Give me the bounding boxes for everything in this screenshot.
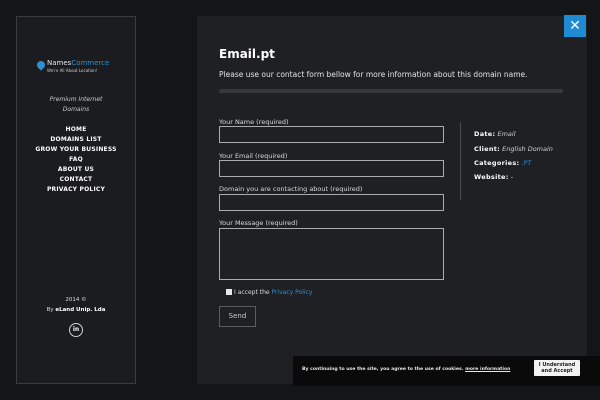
- accept-checkbox[interactable]: [226, 289, 232, 295]
- info-client: Client: English Domain: [474, 145, 553, 153]
- linkedin-icon[interactable]: in: [69, 323, 83, 337]
- email-label: Your Email (required): [219, 152, 288, 160]
- copyright: 2014 © By eLand Unip. Lda: [46, 297, 106, 313]
- menu-item-home[interactable]: HOME: [17, 125, 135, 135]
- cookie-banner: By continuing to use the site, you agree…: [293, 356, 600, 386]
- name-input[interactable]: [220, 132, 443, 148]
- sidebar: NamesCommerce We're All About Location! …: [16, 16, 136, 384]
- info-divider: [460, 122, 461, 200]
- menu-item-faq[interactable]: FAQ: [17, 155, 135, 165]
- cookie-text: By continuing to use the site, you agree…: [302, 367, 511, 372]
- menu-item-grow-your-business[interactable]: GROW YOUR BUSINESS: [17, 145, 135, 155]
- send-button[interactable]: Send: [219, 306, 256, 327]
- site-logo[interactable]: NamesCommerce We're All About Location!: [35, 59, 117, 77]
- menu-item-contact[interactable]: CONTACT: [17, 175, 135, 185]
- info-categories: Categories: .PT: [474, 159, 532, 167]
- info-date: Date: Email: [474, 130, 516, 138]
- sidebar-subtitle: Premium Internet Domains: [49, 96, 103, 113]
- name-label: Your Name (required): [219, 118, 289, 126]
- menu-item-about-us[interactable]: ABOUT US: [17, 165, 135, 175]
- accept-privacy: I accept the Privacy Policy: [226, 289, 312, 296]
- message-field-box: [219, 228, 444, 280]
- accept-cookies-button[interactable]: I Understand and Accept: [534, 360, 580, 376]
- main-menu: HOME DOMAINS LIST GROW YOUR BUSINESS FAQ…: [17, 125, 135, 195]
- divider-bar: [219, 89, 563, 93]
- page-title: Email.pt: [219, 47, 275, 61]
- more-information-link[interactable]: more information: [465, 367, 510, 372]
- menu-item-privacy-policy[interactable]: PRIVACY POLICY: [17, 185, 135, 195]
- domain-input[interactable]: [220, 200, 443, 216]
- name-field-box: [219, 126, 444, 148]
- privacy-policy-link[interactable]: Privacy Policy: [271, 289, 312, 296]
- message-label: Your Message (required): [219, 219, 298, 227]
- info-website: Website: -: [474, 173, 514, 181]
- close-button[interactable]: ✕: [564, 15, 586, 37]
- company-link[interactable]: eLand Unip. Lda: [55, 307, 105, 313]
- intro-text: Please use our contact form bellow for m…: [219, 70, 528, 79]
- logo-tagline: We're All About Location!: [47, 68, 98, 73]
- location-pin-icon: [35, 59, 47, 71]
- logo-brand: NamesCommerce: [47, 59, 110, 67]
- domain-field-box: [219, 194, 444, 216]
- email-field-box: [219, 160, 444, 182]
- message-textarea[interactable]: [220, 229, 443, 279]
- menu-item-domains-list[interactable]: DOMAINS LIST: [17, 135, 135, 145]
- category-link[interactable]: .PT: [521, 159, 531, 167]
- domain-label: Domain you are contacting about (require…: [219, 185, 363, 193]
- email-input[interactable]: [220, 166, 443, 182]
